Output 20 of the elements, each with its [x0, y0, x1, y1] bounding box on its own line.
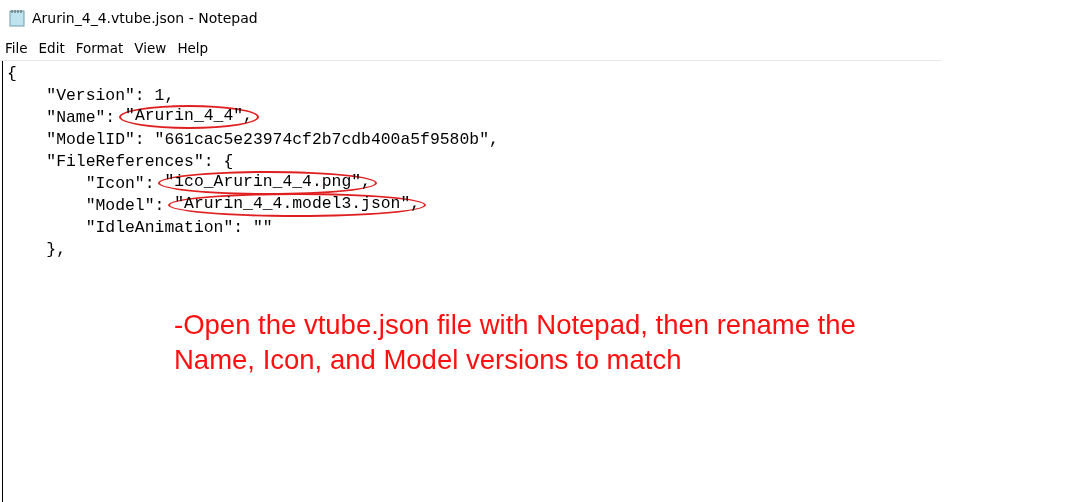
code-text: "FileReferences": {: [45, 151, 234, 173]
notepad-icon: [8, 9, 26, 27]
code-text: "Model":: [84, 195, 166, 217]
circled-text: "Arurin_4_4",: [119, 105, 259, 129]
code-text: "ModelID": "661cac5e23974cf2b7cdb400a5f9580b",: [45, 129, 499, 151]
menu-item[interactable]: File: [0, 40, 34, 56]
menu-item[interactable]: Edit: [33, 40, 71, 56]
code-text: {: [7, 63, 17, 85]
code-text: },: [45, 239, 67, 261]
menu-item[interactable]: View: [129, 40, 173, 56]
menu-item[interactable]: Help: [172, 40, 215, 56]
code-text: "Version": 1,: [45, 85, 175, 107]
code-text: "Name":: [45, 107, 117, 129]
menu-item[interactable]: Format: [70, 40, 130, 56]
circled-text: "ico_Arurin_4_4.png",: [158, 171, 377, 195]
code-text: "Icon":: [84, 173, 156, 195]
window-title: Arurin_4_4.vtube.json - Notepad: [32, 10, 258, 26]
code-text: "IdleAnimation": "": [84, 217, 273, 239]
annotation-text: -Open the vtube.json file with Notepad, then rename the Name, Icon, and Model versions to match: [174, 308, 857, 377]
circled-text: "Arurin_4_4.model3.json",: [168, 193, 427, 217]
